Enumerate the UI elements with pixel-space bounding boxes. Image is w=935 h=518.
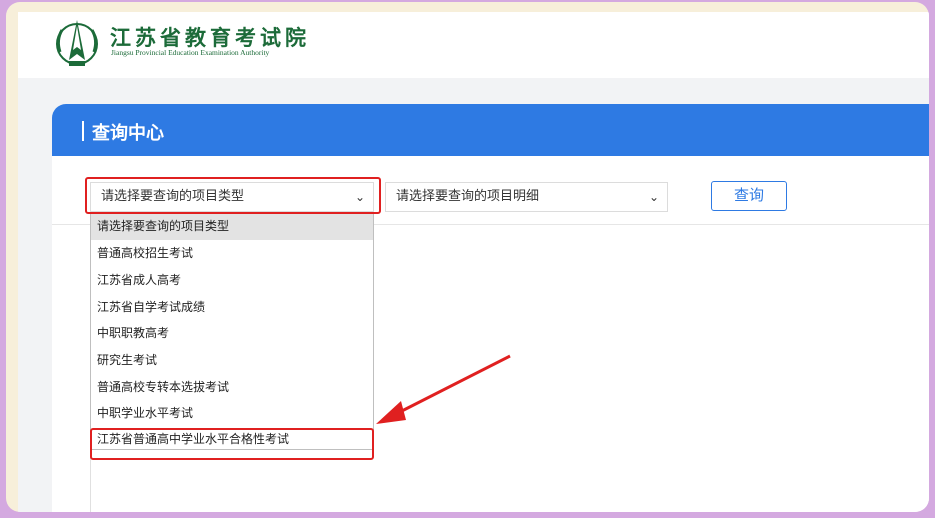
chevron-down-icon: ⌄	[648, 190, 659, 204]
dropdown-option[interactable]: 普通高校专转本选拔考试	[91, 374, 373, 401]
project-type-select[interactable]: 请选择要查询的项目类型 ⌄	[90, 182, 374, 212]
project-detail-select-value: 请选择要查询的项目明细	[396, 189, 540, 204]
chevron-down-icon: ⌄	[354, 190, 365, 204]
query-center-panel: 查询中心 请选择要查询的项目类型 ⌄ 请选择要查询的项目明细 ⌄ 查询 请选择要…	[52, 104, 929, 512]
project-type-select-value: 请选择要查询的项目类型	[101, 189, 245, 204]
dropdown-option[interactable]: 普通高校招生考试	[91, 240, 373, 267]
project-detail-select[interactable]: 请选择要查询的项目明细 ⌄	[385, 182, 668, 212]
dropdown-option[interactable]: 中职学业水平考试	[91, 400, 373, 427]
dropdown-option-academic-proficiency-test[interactable]: 江苏省普通高中学业水平合格性考试	[91, 426, 373, 453]
dropdown-option[interactable]: 研究生考试	[91, 347, 373, 374]
site-header: 江苏省教育考试院 Jiangsu Provincial Education Ex…	[18, 12, 929, 78]
title-bar-accent	[82, 121, 84, 141]
page: 江苏省教育考试院 Jiangsu Provincial Education Ex…	[18, 12, 929, 512]
query-button[interactable]: 查询	[711, 181, 787, 211]
project-type-dropdown: 请选择要查询的项目类型 普通高校招生考试 江苏省成人高考 江苏省自学考试成绩 中…	[90, 212, 374, 450]
panel-header: 查询中心	[52, 104, 929, 156]
dropdown-option[interactable]: 江苏省自学考试成绩	[91, 294, 373, 321]
dropdown-option[interactable]: 江苏省成人高考	[91, 267, 373, 294]
panel-title: 查询中心	[92, 123, 164, 144]
org-name-en: Jiangsu Provincial Education Examination…	[111, 48, 270, 57]
dropdown-option[interactable]: 请选择要查询的项目类型	[91, 213, 373, 240]
screenshot-frame: 江苏省教育考试院 Jiangsu Provincial Education Ex…	[6, 2, 929, 512]
emblem-icon[interactable]	[52, 16, 102, 70]
divider-vertical	[90, 450, 91, 512]
dropdown-option[interactable]: 中职职教高考	[91, 320, 373, 347]
